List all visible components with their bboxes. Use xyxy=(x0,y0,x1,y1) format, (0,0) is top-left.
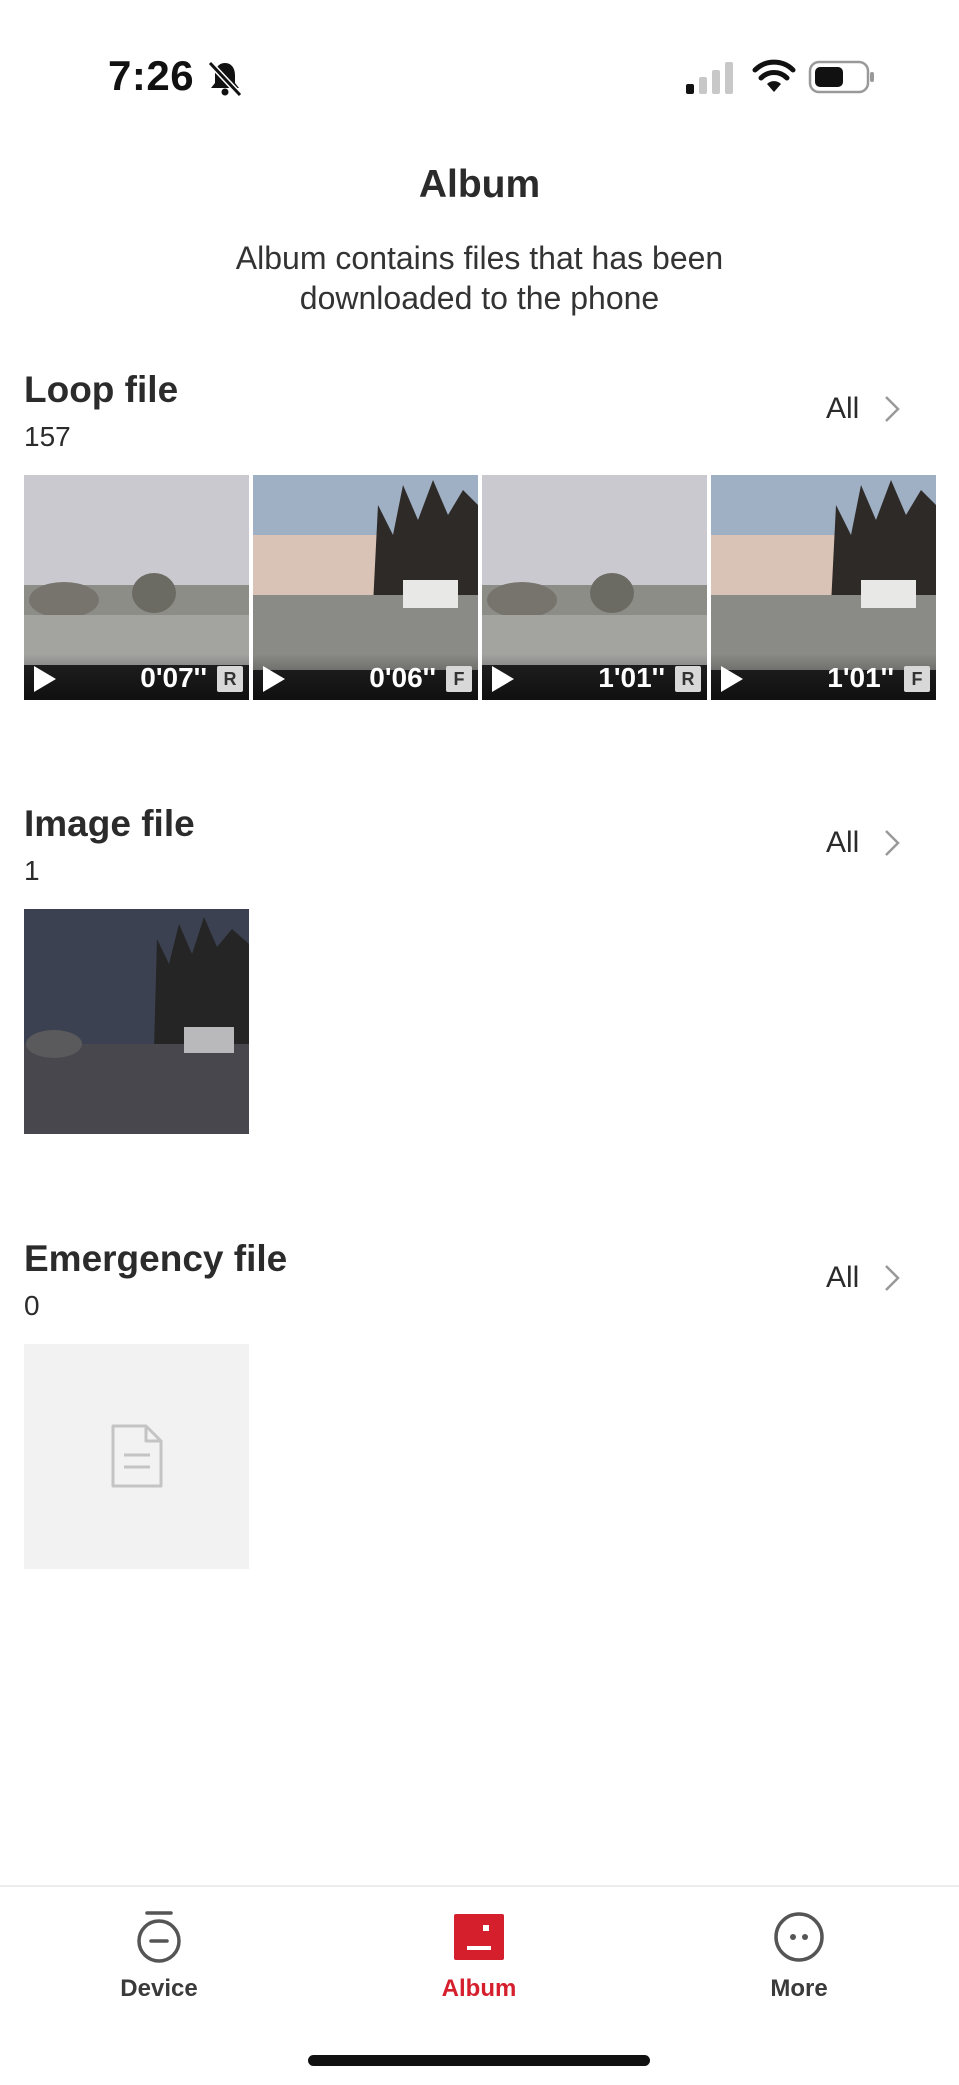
see-all-loop-button[interactable]: All xyxy=(826,389,903,429)
section-count: 0 xyxy=(24,1290,40,1321)
video-duration: 1'01'' xyxy=(827,662,894,693)
album-icon xyxy=(454,1914,504,1960)
video-duration: 0'07'' xyxy=(140,662,207,693)
video-duration: 0'06'' xyxy=(369,662,436,693)
more-icon xyxy=(774,1912,824,1962)
section-count: 157 xyxy=(24,421,71,452)
tab-album[interactable]: Album xyxy=(399,1909,559,2019)
camera-badge: R xyxy=(217,666,243,692)
section-title: Image file xyxy=(24,803,195,844)
video-duration: 1'01'' xyxy=(598,662,665,693)
album-screen: 7:26 Album Album contains files that has… xyxy=(0,0,959,2085)
tab-label: Album xyxy=(441,1975,517,2002)
video-thumbnail[interactable]: 0'07'' R xyxy=(24,475,249,700)
loop-thumbnails: 0'07'' R 0'06'' F 1'01'' R 1'01'' F xyxy=(24,475,936,700)
chevron-right-icon xyxy=(885,1265,901,1291)
tab-label: Device xyxy=(120,1975,198,2002)
see-all-label: All xyxy=(826,1261,860,1294)
photo-frame xyxy=(24,909,249,1134)
page-subtitle: Album contains files that has been downl… xyxy=(235,240,724,316)
cellular-signal-icon xyxy=(686,62,733,94)
home-indicator xyxy=(308,2055,650,2066)
page-title: Album xyxy=(418,163,541,206)
tab-device[interactable]: Device xyxy=(79,1909,239,2019)
tab-label: More xyxy=(770,1975,828,2002)
camera-badge: R xyxy=(675,666,701,692)
bell-muted-icon xyxy=(207,60,243,98)
see-all-label: All xyxy=(826,392,860,425)
status-bar: 7:26 xyxy=(0,0,959,150)
video-thumbnail[interactable]: 0'06'' F xyxy=(253,475,478,700)
camera-badge: F xyxy=(446,666,472,692)
empty-placeholder xyxy=(24,1344,249,1569)
see-all-images-button[interactable]: All xyxy=(826,823,903,863)
see-all-emergency-button[interactable]: All xyxy=(826,1258,903,1298)
section-title: Emergency file xyxy=(24,1238,288,1279)
camera-badge: F xyxy=(904,666,930,692)
battery-icon xyxy=(808,60,874,94)
video-thumbnail[interactable]: 1'01'' R xyxy=(482,475,707,700)
section-title: Loop file xyxy=(24,369,179,410)
video-thumbnail[interactable]: 1'01'' F xyxy=(711,475,936,700)
wifi-icon xyxy=(752,59,796,92)
chevron-right-icon xyxy=(885,830,901,856)
play-icon xyxy=(34,666,56,692)
device-icon xyxy=(137,1911,181,1963)
document-icon xyxy=(111,1424,163,1488)
section-count: 1 xyxy=(24,855,40,886)
status-time: 7:26 xyxy=(108,52,195,99)
tab-more[interactable]: More xyxy=(719,1909,879,2019)
image-thumbnails xyxy=(24,909,249,1134)
play-icon xyxy=(721,666,743,692)
chevron-right-icon xyxy=(885,396,901,422)
play-icon xyxy=(492,666,514,692)
image-thumbnail[interactable] xyxy=(24,909,249,1134)
see-all-label: All xyxy=(826,826,860,859)
play-icon xyxy=(263,666,285,692)
